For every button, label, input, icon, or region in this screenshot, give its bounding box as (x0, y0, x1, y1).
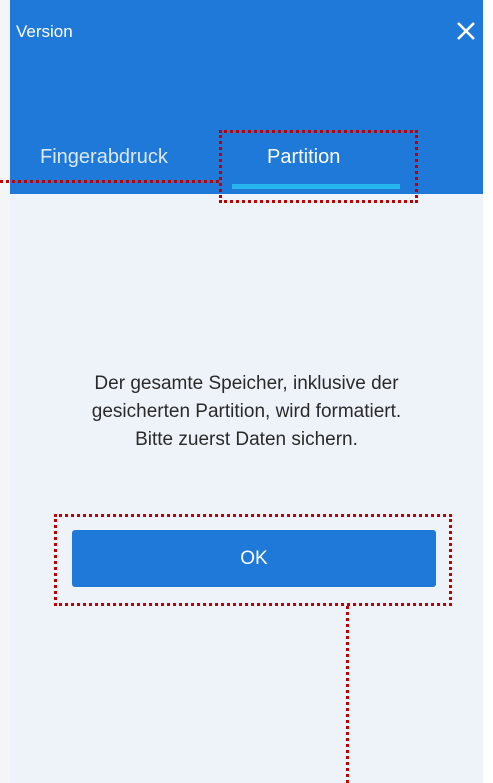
message-line: Der gesamte Speicher, inklusive der (94, 373, 399, 394)
annotation-line-partition-tab (0, 180, 219, 183)
tab-fingerabdruck[interactable]: Fingerabdruck (40, 146, 168, 169)
version-dialog: Version Fingerabdruck Partition Der gesa… (10, 0, 483, 783)
close-icon[interactable] (453, 18, 479, 44)
annotation-line-ok-button (346, 606, 349, 783)
window-title: Version (16, 22, 73, 41)
left-edge-strip (0, 0, 10, 783)
annotation-box-ok-button (54, 514, 452, 606)
message-line: gesicherten Partition, wird formatiert. (91, 401, 402, 422)
right-edge-strip (483, 0, 493, 783)
annotation-box-partition-tab (219, 130, 418, 203)
message-line: Bitte zuerst Daten sichern. (135, 429, 358, 450)
warning-message: Der gesamte Speicher, inklusive der gesi… (10, 370, 483, 454)
